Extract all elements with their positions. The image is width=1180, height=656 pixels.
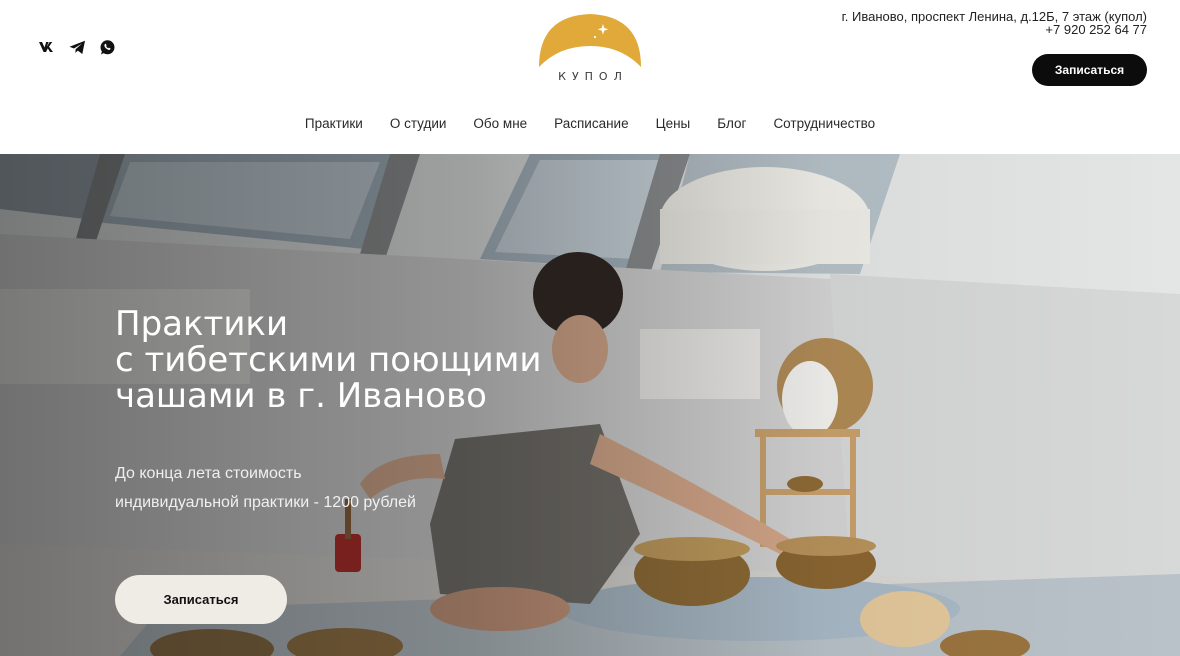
contact-info: г. Иваново, проспект Ленина, д.12Б, 7 эт…: [842, 10, 1147, 36]
nav-item-practices[interactable]: Практики: [291, 116, 376, 131]
logo-wordmark: КУПОЛ: [558, 70, 628, 83]
signup-hero-button[interactable]: Записаться: [115, 575, 287, 624]
hero-title: Практики с тибетскими поющими чашами в г…: [115, 306, 635, 414]
hero-subtitle-line: До конца лета стоимость: [115, 465, 302, 482]
whatsapp-icon[interactable]: [98, 38, 116, 56]
hero-subtitle: До конца лета стоимость индивидуальной п…: [115, 459, 515, 517]
social-links: [38, 38, 116, 56]
nav-item-about-studio[interactable]: О студии: [376, 116, 460, 131]
hero-title-line: Практики: [115, 304, 289, 344]
hero-section: Практики с тибетскими поющими чашами в г…: [0, 154, 1180, 656]
telegram-icon[interactable]: [68, 38, 86, 56]
nav-item-blog[interactable]: Блог: [704, 116, 760, 131]
hero-title-line: чашами в г. Иваново: [115, 376, 487, 416]
hero-subtitle-line: индивидуальной практики - 1200 рублей: [115, 494, 416, 511]
vk-icon[interactable]: [38, 38, 56, 56]
dome-logo-icon: [539, 14, 641, 67]
main-nav: Практики О студии Обо мне Расписание Цен…: [0, 116, 1180, 131]
studio-logo[interactable]: КУПОЛ: [533, 10, 647, 90]
nav-item-prices[interactable]: Цены: [642, 116, 704, 131]
site-header: КУПОЛ г. Иваново, проспект Ленина, д.12Б…: [0, 0, 1180, 154]
signup-header-button[interactable]: Записаться: [1032, 54, 1147, 86]
nav-item-about-me[interactable]: Обо мне: [460, 116, 541, 131]
nav-item-cooperation[interactable]: Сотрудничество: [760, 116, 889, 131]
phone-link[interactable]: +7 920 252 64 77: [842, 23, 1147, 36]
hero-title-line: с тибетскими поющими: [115, 340, 542, 380]
nav-item-schedule[interactable]: Расписание: [541, 116, 642, 131]
